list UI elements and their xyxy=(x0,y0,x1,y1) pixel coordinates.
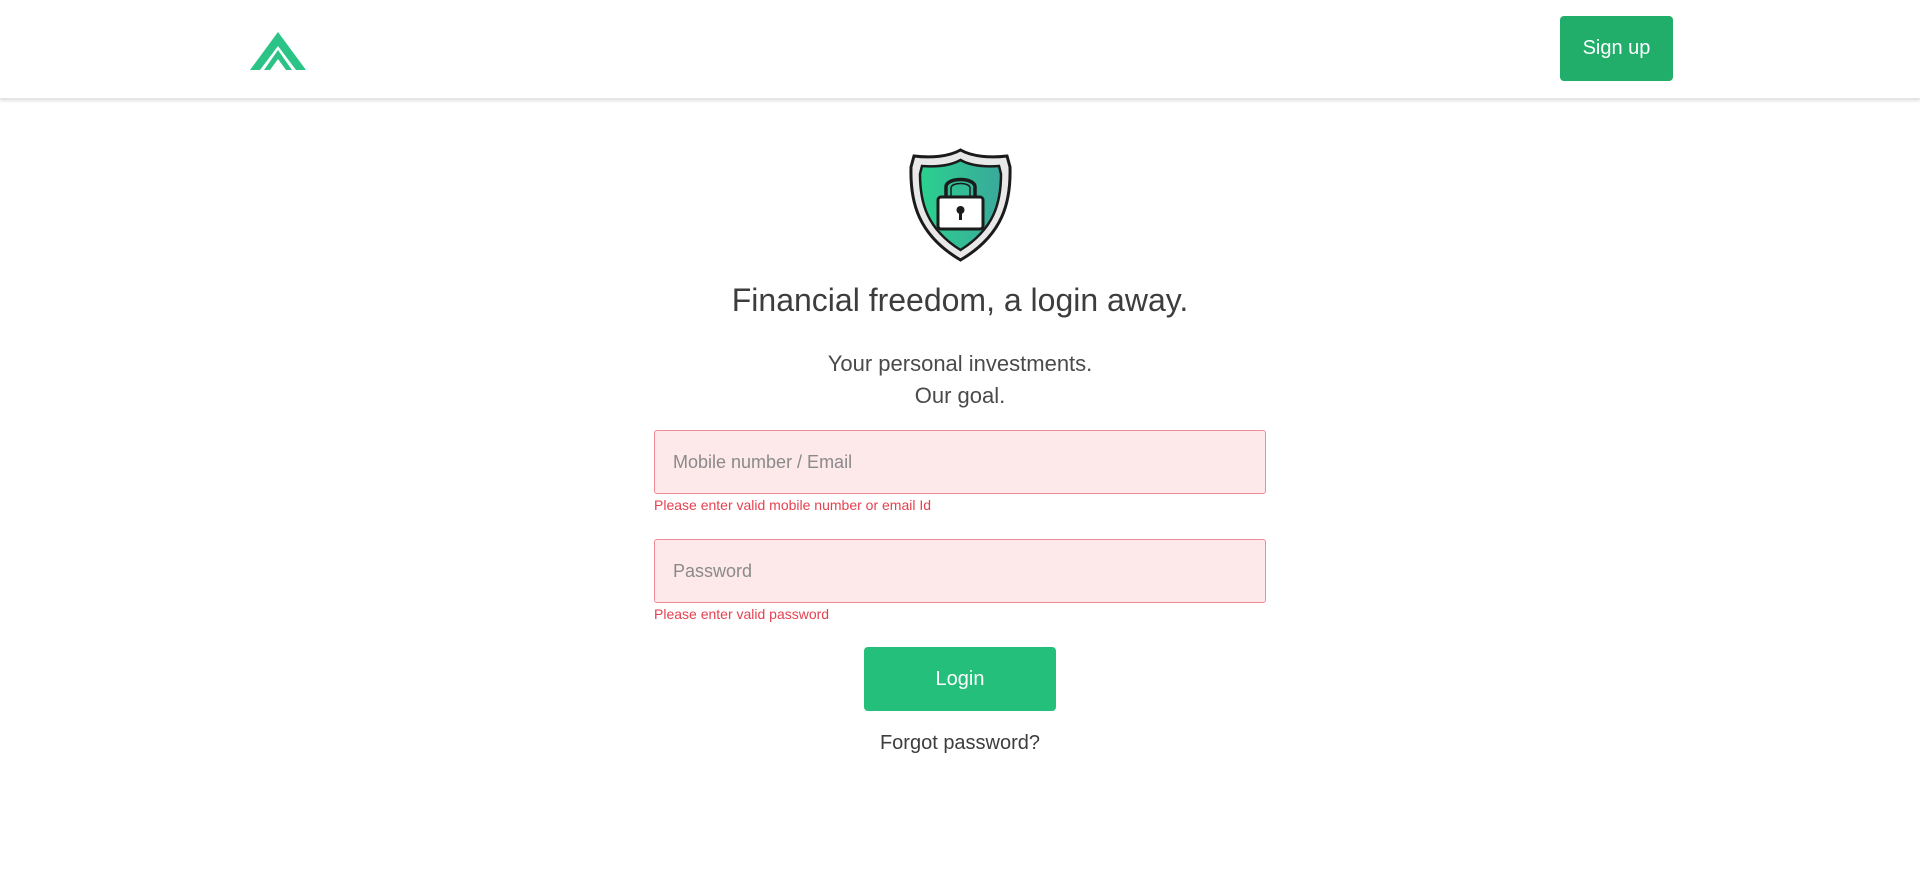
password-error: Please enter valid password xyxy=(654,606,830,622)
identifier-error: Please enter valid mobile number or emai… xyxy=(654,497,932,513)
top-nav: Sign up xyxy=(0,0,1920,99)
subtitle-line-1: Your personal investments. xyxy=(827,351,1093,376)
forgot-password-row: Forgot password? xyxy=(0,732,1920,755)
login-button[interactable]: Login xyxy=(864,647,1056,711)
identifier-input[interactable] xyxy=(654,430,1266,494)
login-panel: Financial freedom, a login away. Your pe… xyxy=(0,99,1920,895)
page-subtitle: Your personal investments. Our goal. xyxy=(0,348,1920,412)
forgot-password-link[interactable]: Forgot password? xyxy=(880,732,1040,754)
shield-lock-icon xyxy=(909,148,1012,262)
subtitle-line-2: Our goal. xyxy=(914,383,1006,408)
password-input[interactable] xyxy=(654,539,1266,603)
chevron-up-logo-icon[interactable] xyxy=(248,30,308,74)
page-title: Financial freedom, a login away. xyxy=(731,282,1189,318)
signup-button[interactable]: Sign up xyxy=(1560,16,1673,81)
